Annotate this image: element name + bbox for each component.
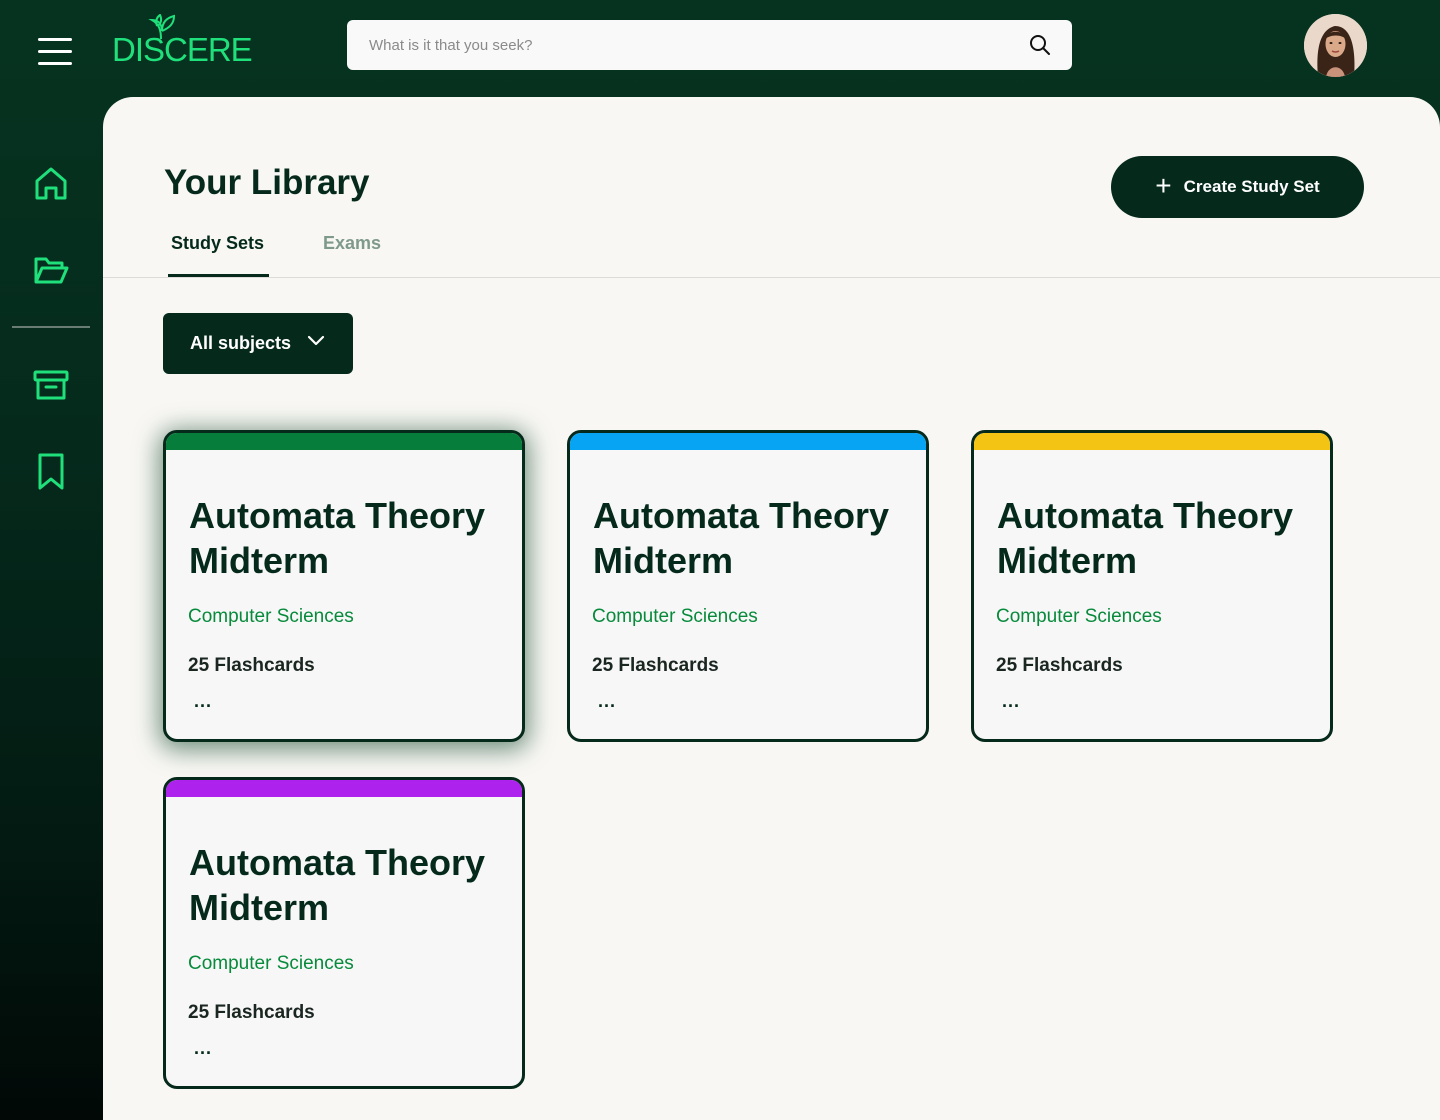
avatar-image — [1304, 14, 1367, 77]
tab-exams[interactable]: Exams — [323, 233, 381, 254]
more-options-icon[interactable]: ... — [194, 1038, 212, 1059]
tab-study-sets[interactable]: Study Sets — [171, 233, 264, 254]
card-accent-strip — [166, 780, 522, 797]
search-icon[interactable] — [1028, 33, 1052, 57]
bookmark-icon[interactable] — [32, 452, 70, 490]
menu-icon[interactable] — [38, 38, 72, 66]
tab-divider — [103, 277, 1440, 278]
home-icon[interactable] — [32, 164, 70, 202]
card-accent-strip — [166, 433, 522, 450]
create-study-set-label: Create Study Set — [1183, 177, 1320, 196]
logo-text: DISCERE — [112, 31, 253, 68]
card-subject: Computer Sciences — [592, 606, 758, 627]
card-title: Automata Theory Midterm — [593, 495, 890, 581]
more-options-icon[interactable]: ... — [598, 691, 616, 712]
search-input[interactable] — [347, 20, 1007, 70]
more-options-icon[interactable]: ... — [194, 691, 212, 712]
card-flashcard-count: 25 Flashcards — [188, 1002, 315, 1023]
subject-filter-dropdown[interactable]: All subjects — [163, 313, 353, 374]
sidebar-divider — [12, 326, 90, 328]
card-title: Automata Theory Midterm — [997, 495, 1294, 581]
archive-icon[interactable] — [32, 365, 70, 403]
study-set-card[interactable]: Automata Theory Midterm Computer Science… — [163, 430, 525, 742]
card-accent-strip — [974, 433, 1330, 450]
avatar[interactable] — [1304, 14, 1367, 77]
chevron-down-icon — [307, 335, 325, 346]
card-title: Automata Theory Midterm — [189, 842, 486, 928]
study-set-card[interactable]: Automata Theory Midterm Computer Science… — [163, 777, 525, 1089]
folder-icon[interactable] — [32, 252, 70, 290]
create-study-set-button[interactable]: + Create Study Set — [1111, 156, 1364, 218]
card-flashcard-count: 25 Flashcards — [188, 655, 315, 676]
search-bar — [347, 20, 1072, 70]
card-subject: Computer Sciences — [188, 953, 354, 974]
page-title: Your Library — [164, 163, 370, 202]
card-flashcard-count: 25 Flashcards — [592, 655, 719, 676]
card-flashcard-count: 25 Flashcards — [996, 655, 1123, 676]
plus-icon: + — [1155, 169, 1172, 201]
card-subject: Computer Sciences — [188, 606, 354, 627]
study-set-card[interactable]: Automata Theory Midterm Computer Science… — [567, 430, 929, 742]
logo[interactable]: DISCERE — [112, 14, 253, 70]
more-options-icon[interactable]: ... — [1002, 691, 1020, 712]
card-accent-strip — [570, 433, 926, 450]
card-title: Automata Theory Midterm — [189, 495, 486, 581]
main-panel: Your Library + Create Study Set Study Se… — [103, 97, 1440, 1120]
subject-filter-label: All subjects — [190, 333, 292, 353]
study-set-card[interactable]: Automata Theory Midterm Computer Science… — [971, 430, 1333, 742]
card-subject: Computer Sciences — [996, 606, 1162, 627]
